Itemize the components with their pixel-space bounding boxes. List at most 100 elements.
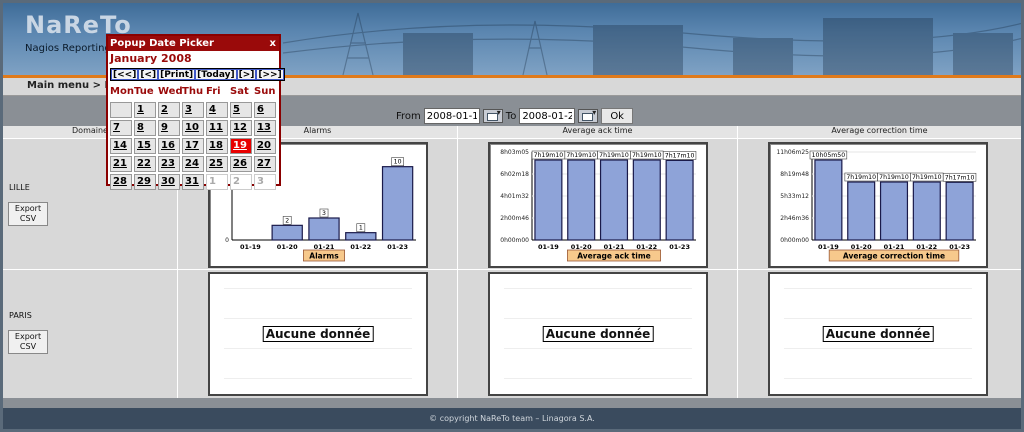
nav-today-button[interactable]: [Today] bbox=[195, 69, 237, 80]
gridline bbox=[504, 378, 692, 379]
bar bbox=[534, 159, 563, 241]
copyright-footer: © copyright NaReTo team – Linagora S.A. bbox=[3, 408, 1021, 429]
calendar-day[interactable]: 2 bbox=[158, 102, 180, 118]
row-divider bbox=[3, 269, 1021, 270]
calendar-day[interactable]: 3 bbox=[254, 174, 276, 190]
from-date-input[interactable] bbox=[423, 108, 480, 124]
to-label: To bbox=[505, 110, 517, 122]
date-picker-title: Popup Date Picker bbox=[108, 36, 279, 51]
data-label: 7h19m10 bbox=[632, 152, 662, 159]
calendar-day[interactable]: 21 bbox=[110, 156, 132, 172]
gridline bbox=[504, 318, 692, 319]
bar bbox=[847, 181, 876, 241]
gridline bbox=[784, 288, 972, 289]
calendar-day[interactable]: 14 bbox=[110, 138, 132, 154]
calendar-day[interactable]: 30 bbox=[158, 174, 180, 190]
calendar-day[interactable]: 19 bbox=[230, 138, 252, 154]
y-tick-label: 5h33m12 bbox=[780, 193, 809, 200]
from-calendar-icon[interactable] bbox=[482, 108, 503, 123]
y-tick-label: 4h01m32 bbox=[500, 193, 529, 200]
data-label: 2 bbox=[285, 217, 289, 224]
calendar-day[interactable]: 13 bbox=[254, 120, 276, 136]
to-date-input[interactable] bbox=[519, 108, 576, 124]
calendar-day[interactable]: 5 bbox=[230, 102, 252, 118]
day-header: Mon bbox=[110, 86, 134, 97]
bar bbox=[945, 181, 974, 241]
date-picker-nav: [<<] [<] [Print] [Today] [>] [>>] bbox=[110, 68, 285, 81]
column-header-ack-time: Average ack time bbox=[458, 126, 737, 139]
calendar-day[interactable]: 1 bbox=[134, 102, 156, 118]
calendar-day[interactable]: 11 bbox=[206, 120, 228, 136]
calendar-day[interactable]: 4 bbox=[206, 102, 228, 118]
calendar-day[interactable]: 6 bbox=[254, 102, 276, 118]
calendar-day[interactable]: 27 bbox=[254, 156, 276, 172]
gridline bbox=[504, 348, 692, 349]
data-label: 7h19m10 bbox=[846, 174, 876, 181]
data-label: 7h19m10 bbox=[566, 152, 596, 159]
bar bbox=[912, 181, 941, 241]
calendar-day[interactable]: 23 bbox=[158, 156, 180, 172]
calendar-day[interactable]: 10 bbox=[182, 120, 204, 136]
day-header: Sat bbox=[230, 86, 249, 97]
calendar-day[interactable]: 2 bbox=[230, 174, 252, 190]
calendar-day[interactable]: 26 bbox=[230, 156, 252, 172]
day-header: Thu bbox=[182, 86, 204, 97]
bar bbox=[632, 159, 661, 241]
calendar-day[interactable]: 18 bbox=[206, 138, 228, 154]
gridline bbox=[784, 348, 972, 349]
nav-next-year-button[interactable]: [>>] bbox=[256, 69, 284, 80]
chart-caption: Alarms bbox=[309, 252, 339, 261]
calendar-day[interactable]: 3 bbox=[182, 102, 204, 118]
data-label: 7h19m10 bbox=[599, 152, 629, 159]
calendar-day[interactable]: 17 bbox=[182, 138, 204, 154]
chart-caption: Average correction time bbox=[843, 252, 945, 261]
export-csv-button-lille[interactable]: Export CSV bbox=[8, 202, 48, 226]
correction-time-chart-svg: 0h00m002h46m365h33m128h19m4811h06m2501-1… bbox=[776, 149, 977, 262]
y-tick-label: 0h00m00 bbox=[780, 237, 809, 244]
calendar-day[interactable]: 15 bbox=[134, 138, 156, 154]
y-tick-label: 6h02m18 bbox=[500, 171, 529, 178]
nav-prev-month-button[interactable]: [<] bbox=[138, 69, 159, 80]
bar bbox=[271, 224, 303, 241]
day-header: Sun bbox=[254, 86, 276, 97]
nav-print-button[interactable]: [Print] bbox=[158, 69, 196, 80]
calendar-day[interactable]: 31 bbox=[182, 174, 204, 190]
footer-band bbox=[3, 398, 1021, 408]
calendar-day[interactable]: 22 bbox=[134, 156, 156, 172]
close-icon[interactable]: x bbox=[270, 36, 276, 51]
calendar-day[interactable]: 28 bbox=[110, 174, 132, 190]
calendar-day[interactable]: 7 bbox=[110, 120, 132, 136]
calendar-day[interactable]: 29 bbox=[134, 174, 156, 190]
data-label: 7h19m10 bbox=[912, 174, 942, 181]
bar bbox=[665, 159, 694, 241]
to-calendar-icon[interactable] bbox=[578, 108, 599, 123]
nav-next-month-button[interactable]: [>] bbox=[236, 69, 257, 80]
no-data-message: Aucune donnée bbox=[542, 326, 654, 342]
calendar-day[interactable]: 1 bbox=[206, 174, 228, 190]
calendar-day[interactable]: 20 bbox=[254, 138, 276, 154]
ok-button[interactable]: Ok bbox=[601, 108, 633, 124]
gridline bbox=[224, 318, 412, 319]
correction-time-chart: 0h00m00 2h46m36 5h33m12 8h19m48 11h06m25 01-1… bbox=[768, 142, 988, 268]
calendar-day[interactable]: 8 bbox=[134, 120, 156, 136]
gridline bbox=[784, 378, 972, 379]
bar bbox=[879, 181, 909, 241]
y-tick-label: 2h00m46 bbox=[500, 215, 529, 222]
calendar-day[interactable]: 16 bbox=[158, 138, 180, 154]
calendar-day[interactable]: 12 bbox=[230, 120, 252, 136]
data-label: 7h19m10 bbox=[534, 152, 564, 159]
row-name-lille: LILLE bbox=[9, 183, 30, 192]
column-divider bbox=[457, 126, 458, 398]
calendar-day[interactable]: 25 bbox=[206, 156, 228, 172]
y-tick-label: 11h06m25 bbox=[776, 149, 809, 156]
x-tick-label: 01-23 bbox=[387, 243, 408, 251]
y-tick-label: 0 bbox=[225, 237, 229, 244]
calendar-day[interactable]: 24 bbox=[182, 156, 204, 172]
calendar-day[interactable]: 9 bbox=[158, 120, 180, 136]
bar bbox=[814, 159, 843, 241]
nav-prev-year-button[interactable]: [<<] bbox=[111, 69, 139, 80]
date-filter: From To Ok bbox=[396, 107, 633, 125]
data-label: 3 bbox=[322, 210, 326, 217]
x-tick-label: 01-23 bbox=[669, 243, 690, 251]
export-csv-button-paris[interactable]: Export CSV bbox=[8, 330, 48, 354]
